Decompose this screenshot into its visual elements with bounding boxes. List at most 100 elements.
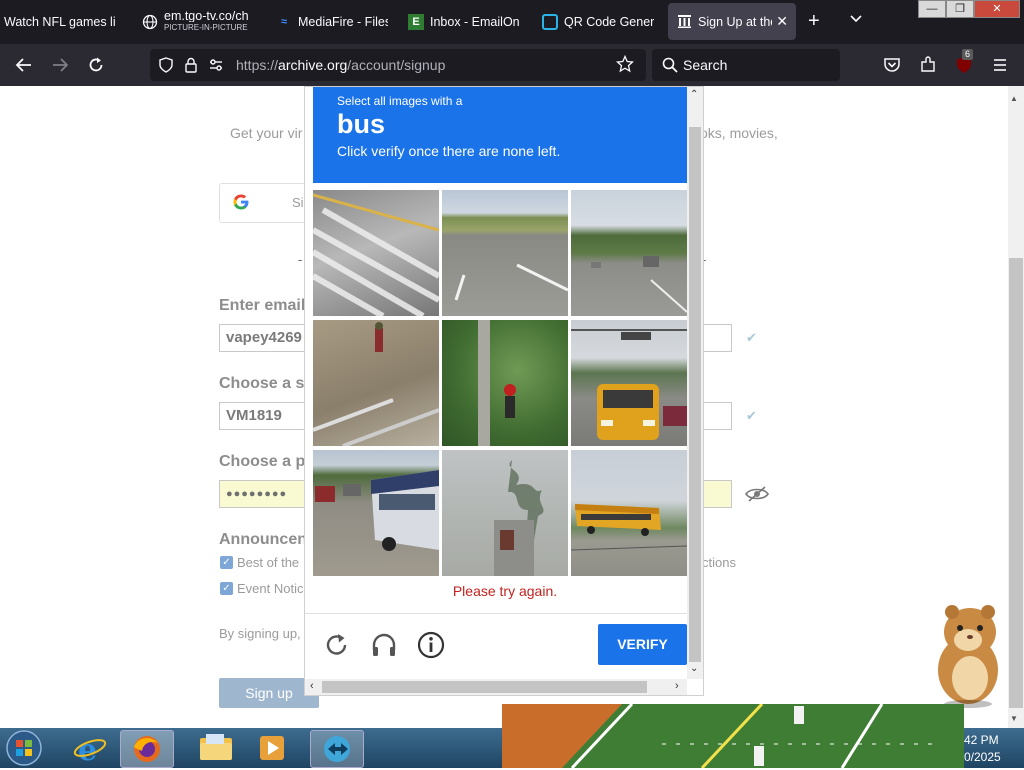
system-clock[interactable]: 42 PM 0/2025: [964, 728, 1024, 768]
reload-icon[interactable]: [84, 53, 108, 77]
announcements-label: Announcen: [219, 531, 307, 548]
captcha-scroll-down-icon[interactable]: ⌄: [690, 663, 698, 674]
shield-icon[interactable]: [158, 57, 174, 76]
password-label: Choose a p: [219, 453, 306, 470]
url-text[interactable]: https://archive.org/account/signup: [236, 57, 445, 73]
captcha-scroll-up-icon[interactable]: ⌃: [690, 89, 698, 100]
hamster-desktop-pet[interactable]: [924, 600, 1008, 708]
teamviewer-icon[interactable]: [310, 730, 364, 768]
option2-label: Event Notic: [237, 581, 304, 596]
tab-subtitle: PICTURE-IN-PICTURE: [164, 22, 248, 32]
lock-icon[interactable]: [184, 57, 198, 76]
scroll-down-icon[interactable]: ▼: [1010, 714, 1018, 723]
reload-challenge-icon[interactable]: [322, 630, 352, 660]
address-bar[interactable]: https://archive.org/account/signup: [150, 49, 646, 81]
restore-icon[interactable]: ❐: [946, 0, 974, 18]
extensions-icon[interactable]: [916, 53, 940, 77]
captcha-tile-8[interactable]: [442, 450, 568, 576]
info-icon[interactable]: [416, 630, 446, 660]
captcha-tile-5[interactable]: [442, 320, 568, 446]
captcha-tile-1[interactable]: [313, 190, 439, 316]
captcha-divider: [305, 613, 687, 614]
captcha-horizontal-scrollbar[interactable]: ‹ ›: [305, 679, 687, 695]
google-signin-label: Si: [292, 195, 304, 210]
captcha-tile-2[interactable]: [442, 190, 568, 316]
tab-mediafire[interactable]: ≈ MediaFire - Files: [276, 3, 388, 40]
captcha-tile-3[interactable]: [571, 190, 687, 316]
screenname-label: Choose a s: [219, 375, 305, 392]
tab-title: Sign Up at the: [698, 14, 772, 29]
scroll-up-icon[interactable]: ▲: [1010, 94, 1018, 103]
captcha-instruction: Select all images with a: [337, 94, 463, 108]
captcha-tile-7[interactable]: [313, 450, 439, 576]
captcha-tile-9[interactable]: [571, 450, 687, 576]
audio-challenge-headphones-icon[interactable]: [369, 630, 399, 660]
picture-in-picture-video[interactable]: [502, 704, 964, 768]
firefox-taskbar-icon[interactable]: [120, 730, 174, 768]
show-password-eye-icon[interactable]: [745, 486, 769, 505]
captcha-hscroll-thumb[interactable]: [322, 681, 647, 693]
option1-label: Best of the: [237, 555, 300, 570]
google-icon: [232, 193, 250, 214]
media-player-icon[interactable]: [246, 730, 298, 766]
captcha-error: Please try again.: [452, 583, 558, 599]
email-label: Enter email: [219, 297, 306, 314]
captcha-tile-4[interactable]: [313, 320, 439, 446]
url-domain: archive.org: [278, 57, 348, 73]
ublock-icon[interactable]: 6: [952, 49, 976, 77]
file-explorer-icon[interactable]: [190, 730, 242, 766]
url-scheme: https://: [236, 57, 279, 73]
tab-nfl[interactable]: Watch NFL games li: [4, 3, 124, 40]
menu-icon[interactable]: [988, 53, 1012, 77]
search-icon: [662, 57, 678, 76]
tab-title: Watch NFL games li: [4, 14, 116, 29]
tab-emailonline[interactable]: E Inbox - EmailOnl: [408, 3, 520, 40]
scroll-thumb[interactable]: [1009, 258, 1023, 708]
tab-archive-signup[interactable]: Sign Up at the ✕: [668, 3, 796, 40]
minimize-icon[interactable]: —: [918, 0, 946, 18]
tab-title: MediaFire - Files: [298, 14, 388, 29]
internet-explorer-icon[interactable]: e: [64, 730, 116, 768]
archive-icon: [676, 14, 692, 30]
mediafire-icon: ≈: [280, 15, 288, 28]
search-bar[interactable]: Search: [652, 49, 840, 81]
captcha-scroll-thumb[interactable]: [689, 127, 701, 662]
tab-qr-code[interactable]: QR Code Genera: [542, 3, 654, 40]
back-icon[interactable]: [12, 53, 36, 77]
captcha-challenge: Select all images with a bus Click verif…: [304, 86, 704, 696]
page-scrollbar[interactable]: ▲ ▼: [1008, 86, 1024, 728]
verify-button[interactable]: VERIFY: [598, 624, 687, 665]
option1-checkbox[interactable]: ✓: [220, 556, 233, 569]
close-window-icon[interactable]: ✕: [974, 0, 1020, 18]
ublock-badge: 6: [962, 49, 974, 60]
option1-label-end: ctions: [702, 555, 736, 570]
new-tab-icon[interactable]: +: [808, 10, 820, 33]
url-path: /account/signup: [347, 57, 446, 73]
tab-tgo[interactable]: em.tgo-tv.co/ch PICTURE-IN-PICTURE: [142, 3, 254, 40]
option2-checkbox[interactable]: ✓: [220, 582, 233, 595]
captcha-header: Select all images with a bus Click verif…: [313, 87, 687, 183]
pocket-icon[interactable]: [880, 53, 904, 77]
qr-icon: [542, 13, 558, 30]
start-button[interactable]: [4, 729, 48, 767]
tab-title: Inbox - EmailOnl: [430, 14, 520, 29]
email-valid-check-icon: ✔: [746, 330, 757, 345]
clock-time: 42 PM: [964, 733, 999, 747]
permissions-icon[interactable]: [208, 57, 224, 76]
tab-title: em.tgo-tv.co/ch: [164, 10, 249, 22]
list-tabs-icon[interactable]: [848, 10, 864, 29]
captcha-scroll-right-icon[interactable]: ›: [675, 680, 679, 692]
navigation-toolbar: https://archive.org/account/signup Searc…: [0, 44, 1024, 86]
terms-text: By signing up,: [219, 626, 301, 641]
captcha-scroll-left-icon[interactable]: ‹: [310, 680, 314, 692]
captcha-vertical-scrollbar[interactable]: ⌃ ⌄: [687, 87, 703, 679]
forward-icon[interactable]: [48, 53, 72, 77]
tab-bar: Watch NFL games li em.tgo-tv.co/ch PICTU…: [0, 0, 1024, 44]
bookmark-star-icon[interactable]: [615, 54, 635, 76]
captcha-hint: Click verify once there are none left.: [337, 143, 561, 159]
intro-text-end: oks, movies,: [700, 125, 778, 141]
captcha-tile-6[interactable]: [571, 320, 687, 446]
svg-text:e: e: [78, 733, 97, 766]
email-icon: E: [408, 13, 424, 30]
close-tab-icon[interactable]: ✕: [776, 13, 788, 30]
